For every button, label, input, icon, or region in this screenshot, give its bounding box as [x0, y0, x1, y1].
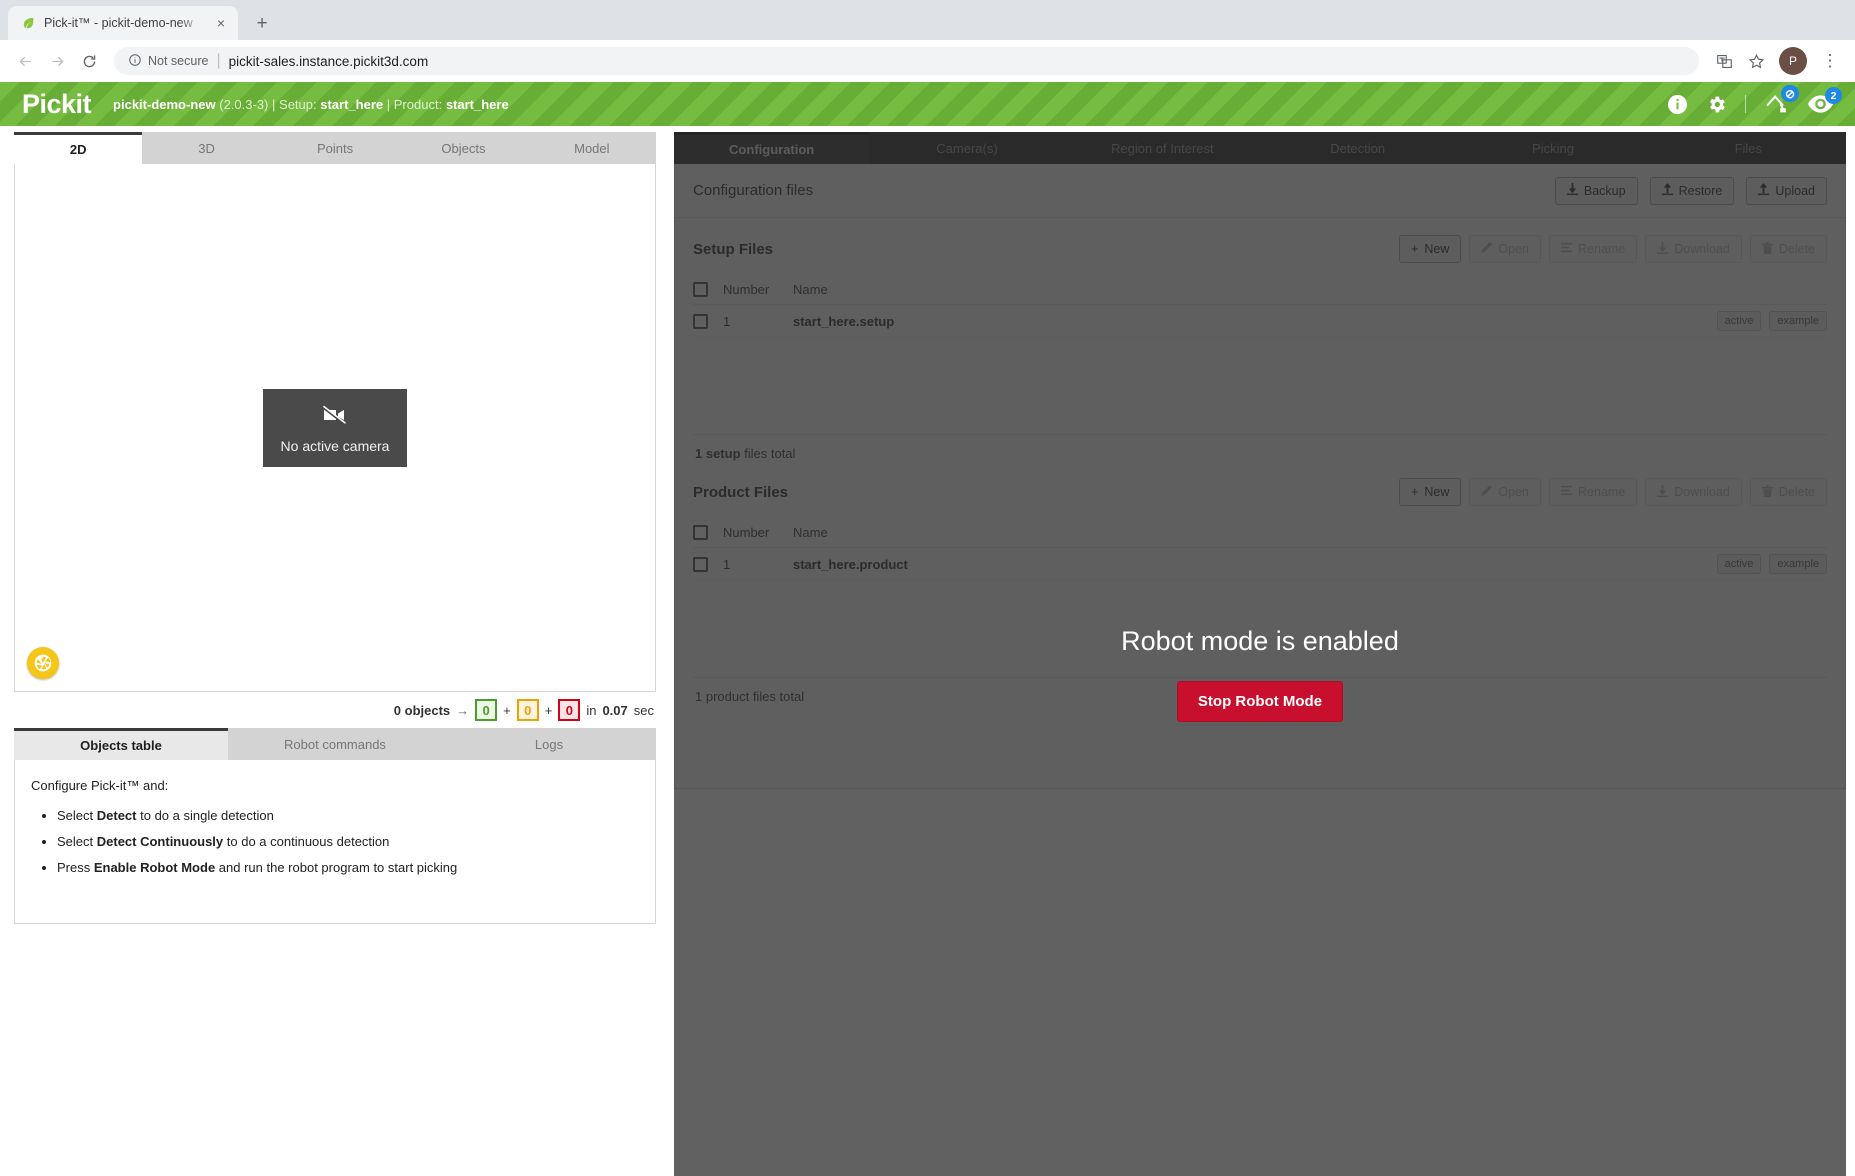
new-tab-button[interactable]: + — [248, 9, 276, 37]
app-header: Pickit pickit-demo-new (2.0.3-3) | Setup… — [0, 82, 1855, 126]
bullet-3-pre: Press — [57, 859, 94, 875]
help-bullet-list: Select Detect to do a single detection S… — [57, 808, 639, 877]
right-panel: Configuration Camera(s) Region of Intere… — [674, 132, 1846, 1176]
list-item: Select Detect Continuously to do a conti… — [57, 834, 639, 851]
browser-tab[interactable]: Pick-it™ - pickit-demo-new × — [8, 6, 238, 40]
objects-table-panel: Configure Pick-it™ and: Select Detect to… — [14, 760, 656, 924]
pickit-logo: Pickit — [22, 88, 92, 119]
view-tab-points[interactable]: Points — [270, 132, 400, 164]
eye-icon[interactable]: 2 — [1808, 87, 1842, 114]
instance-name: pickit-demo-new — [113, 96, 216, 112]
forward-icon[interactable] — [42, 46, 72, 76]
browser-tab-title: Pick-it™ - pickit-demo-new — [44, 16, 193, 30]
browser-chrome: Pick-it™ - pickit-demo-new × + Not secur… — [0, 0, 1855, 82]
left-panel: 2D 3D Points Objects Model No active cam… — [14, 132, 657, 1176]
bullet-1-post: to do a single detection — [136, 807, 274, 823]
tab-strip: Pick-it™ - pickit-demo-new × + — [0, 0, 1855, 40]
status-plus-2: + — [544, 702, 553, 718]
product-value: start_here — [445, 96, 509, 112]
camera-viewport[interactable]: No active camera — [14, 164, 656, 692]
setup-label: Setup: — [279, 96, 317, 112]
address-bar[interactable]: Not secure | pickit-sales.instance.picki… — [114, 47, 1699, 75]
status-in-label: in — [586, 702, 597, 718]
security-status[interactable]: Not secure — [128, 53, 208, 70]
objects-table-help: Configure Pick-it™ and: Select Detect to… — [15, 760, 655, 904]
view-tab-2d[interactable]: 2D — [14, 132, 143, 164]
url-text: pickit-sales.instance.pickit3d.com — [228, 53, 429, 69]
security-label: Not secure — [148, 54, 209, 68]
count-red: 0 — [558, 699, 581, 721]
browser-toolbar: Not secure | pickit-sales.instance.picki… — [0, 40, 1855, 82]
view-tab-objects[interactable]: Objects — [399, 132, 528, 164]
view-tab-model[interactable]: Model — [527, 132, 657, 164]
reload-icon[interactable] — [74, 46, 104, 76]
status-arrow: → — [456, 702, 470, 718]
aperture-icon[interactable] — [27, 647, 59, 679]
omnibox-separator: | — [216, 52, 221, 69]
list-item: Select Detect to do a single detection — [57, 808, 639, 825]
list-item: Press Enable Robot Mode and run the robo… — [57, 860, 639, 877]
bullet-3-post: and run the robot program to start picki… — [215, 859, 458, 875]
bullet-3-strong: Enable Robot Mode — [93, 859, 216, 875]
detection-status-bar: 0 objects → 0 + 0 + 0 in 0.07 sec — [14, 692, 656, 728]
count-orange: 0 — [516, 699, 539, 721]
info-circle-icon — [128, 53, 142, 70]
detection-duration: 0.07 — [602, 702, 628, 718]
translate-icon[interactable] — [1709, 46, 1739, 76]
bottom-tab-bar: Objects table Robot commands Logs — [14, 728, 656, 760]
configuration-panel: Configuration files Backup Restore — [674, 132, 1846, 1176]
header-divider — [1745, 95, 1746, 113]
status-plus-1: + — [503, 702, 511, 718]
logo-text: Pickit — [22, 88, 92, 119]
breadcrumb-sep-2: | — [386, 96, 391, 112]
bullet-2-strong: Detect Continuously — [96, 833, 224, 849]
view-tab-3d[interactable]: 3D — [142, 132, 271, 164]
no-camera-placeholder: No active camera — [263, 388, 407, 467]
status-sec-label: sec — [633, 702, 654, 718]
robot-disabled-badge: ⊘ — [1780, 85, 1799, 102]
version-label: (2.0.3-3) — [219, 96, 269, 112]
view-tab-bar: 2D 3D Points Objects Model — [14, 132, 657, 164]
product-label: Product: — [393, 96, 443, 112]
tab-robot-commands[interactable]: Robot commands — [228, 728, 442, 760]
info-icon[interactable] — [1667, 94, 1688, 115]
back-icon[interactable] — [10, 46, 40, 76]
robot-mode-overlay: Robot mode is enabled Stop Robot Mode — [674, 132, 1846, 1176]
eye-count-badge: 2 — [1825, 87, 1842, 104]
tab-logs[interactable]: Logs — [442, 728, 656, 760]
object-count-label: 0 objects — [393, 702, 451, 718]
pickit-leaf-icon — [20, 15, 36, 31]
no-camera-label: No active camera — [280, 438, 390, 454]
avatar[interactable]: P — [1779, 47, 1807, 75]
help-intro: Configure Pick-it™ and: — [31, 778, 169, 793]
robot-mode-title: Robot mode is enabled — [1121, 626, 1399, 656]
workspace: 2D 3D Points Objects Model No active cam… — [0, 126, 1855, 1176]
bullet-2-post: to do a continuous detection — [223, 833, 390, 849]
bullet-2-pre: Select — [57, 833, 97, 849]
tab-objects-table[interactable]: Objects table — [14, 728, 228, 760]
header-icon-group: ⊘ 2 — [1667, 85, 1842, 116]
browser-menu-icon[interactable]: ⋮ — [1815, 46, 1845, 76]
bullet-1-pre: Select — [57, 807, 97, 823]
robot-arm-icon[interactable]: ⊘ — [1764, 85, 1799, 116]
bullet-1-strong: Detect — [96, 807, 137, 823]
close-icon[interactable]: × — [212, 14, 230, 32]
camera-off-icon — [322, 405, 348, 428]
setup-value: start_here — [320, 96, 384, 112]
stop-robot-mode-button[interactable]: Stop Robot Mode — [1176, 681, 1344, 722]
count-green: 0 — [475, 699, 498, 721]
bookmark-star-icon[interactable] — [1741, 46, 1771, 76]
gear-icon[interactable] — [1706, 94, 1727, 115]
breadcrumb-sep-1: | — [272, 96, 276, 112]
header-breadcrumb: pickit-demo-new (2.0.3-3) | Setup: start… — [113, 97, 509, 112]
